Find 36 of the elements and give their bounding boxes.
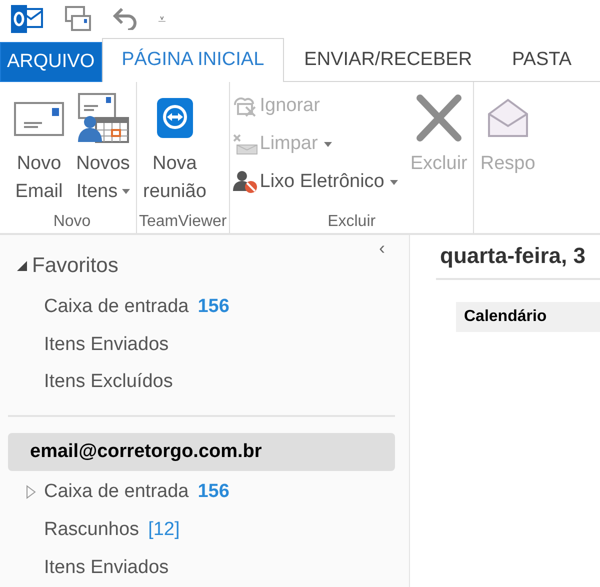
ribbon-tab[interactable]: PASTA — [492, 38, 592, 82]
folder-item[interactable]: Rascunhos [12] — [8, 510, 395, 549]
outlook-logo-icon — [10, 4, 44, 34]
ribbon-tab[interactable]: PÁGINA INICIAL — [102, 38, 284, 82]
ribbon-small-button[interactable]: Lixo Eletrônico — [232, 166, 398, 198]
folder-item[interactable]: Itens Excluídos — [8, 364, 395, 402]
dropdown-caret-icon — [122, 189, 130, 194]
envelope-icon — [14, 99, 64, 137]
date-heading: quarta-feira, 3 — [436, 239, 600, 280]
dropdown-caret-icon — [324, 142, 332, 146]
blocked-person-icon — [232, 170, 258, 194]
ribbon-button[interactable]: Nova reunião — [139, 82, 210, 208]
cleanup-icon — [232, 133, 258, 155]
folder-item[interactable]: Caixa de entrada 156 — [8, 288, 395, 326]
undo-icon[interactable] — [112, 8, 138, 30]
calendar-header: Calendário — [456, 302, 600, 332]
account-header[interactable]: email@corretorgo.com.br — [8, 433, 395, 471]
ribbon-group-label: TeamViewer — [139, 212, 227, 232]
folder-item[interactable]: Itens Enviados — [8, 548, 395, 587]
ignore-icon — [232, 95, 258, 117]
folder-item[interactable]: Itens Enviados — [8, 326, 395, 364]
ribbon-tab[interactable]: ENVIAR/RECEBER — [284, 38, 492, 82]
folder-item[interactable]: Caixa de entrada 156 — [8, 472, 395, 511]
ribbon-group-label: Novo — [52, 212, 92, 232]
send-receive-icon — [64, 5, 92, 33]
envelope-calendar-icon — [76, 92, 130, 144]
teamviewer-icon — [154, 96, 195, 140]
customize-toolbar-button[interactable]: ⩡ — [158, 8, 166, 30]
ribbon-button[interactable]: Novo Email — [10, 82, 68, 208]
favorites-header[interactable]: Favoritos — [8, 243, 118, 289]
collapse-pane-button[interactable]: ‹ — [379, 239, 385, 257]
ribbon-group-label: Excluir — [326, 212, 377, 232]
ribbon-button[interactable]: Novos Itens — [72, 82, 134, 208]
delete-x-icon — [414, 94, 464, 142]
file-tab[interactable]: ARQUIVO — [0, 42, 102, 82]
dropdown-caret-icon — [390, 180, 398, 184]
